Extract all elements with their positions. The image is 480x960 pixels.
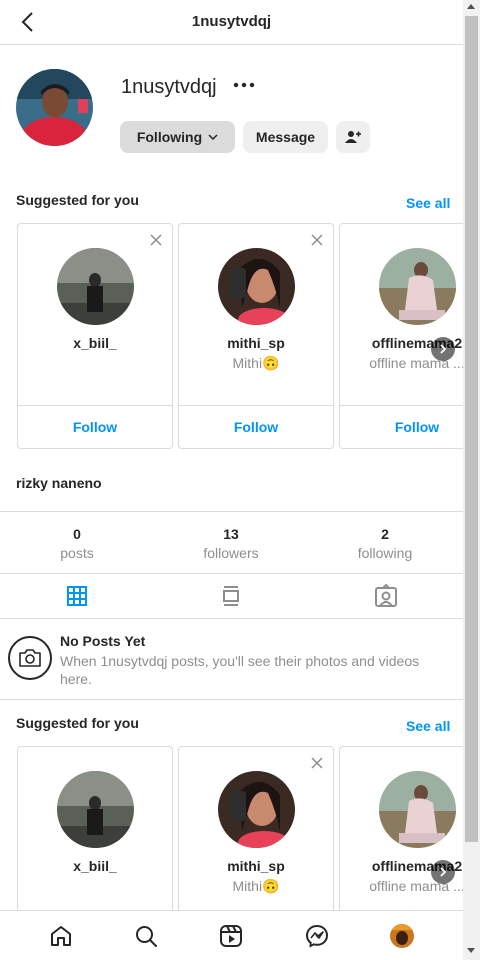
- close-icon[interactable]: [150, 234, 162, 246]
- divider: [179, 405, 333, 406]
- follow-button[interactable]: Follow: [179, 419, 333, 435]
- profile-full-name: rizky naneno: [16, 475, 102, 491]
- empty-state-text: When 1nusytvdqj posts, you'll see their …: [60, 653, 420, 687]
- profile-avatar[interactable]: [16, 69, 93, 146]
- top-bar: 1nusytvdqj: [0, 0, 463, 45]
- add-user-icon: [345, 131, 361, 143]
- profile-page: 1nusytvdqj 1nusytvdqj Following Message: [0, 0, 463, 960]
- carousel-next-button[interactable]: [431, 337, 455, 361]
- tagged-icon[interactable]: [374, 584, 398, 608]
- stat-value: 2: [381, 526, 389, 542]
- stat-following[interactable]: 2 following: [325, 526, 445, 561]
- stat-label: following: [357, 545, 413, 561]
- profile-nav-avatar[interactable]: [390, 924, 414, 948]
- chevron-right-icon: [440, 867, 447, 877]
- home-icon[interactable]: [49, 924, 73, 948]
- suggestion-card: offlinemama2 offline mama ...: [339, 746, 463, 910]
- stat-followers[interactable]: 13 followers: [171, 526, 291, 561]
- empty-state-title: No Posts Yet: [60, 633, 146, 649]
- divider: [340, 405, 463, 406]
- page-scrollbar[interactable]: [463, 0, 480, 960]
- scroll-up-arrow[interactable]: [467, 4, 475, 9]
- suggested-carousel: x_biil_ Follow mithi_sp Mithi🙃 Follow of…: [17, 223, 463, 450]
- stat-value: 13: [223, 526, 239, 542]
- search-icon[interactable]: [134, 924, 158, 948]
- suggestion-subtitle: Mithi🙃: [232, 878, 280, 894]
- suggestion-avatar[interactable]: [379, 771, 456, 848]
- suggestion-username[interactable]: mithi_sp: [179, 335, 333, 351]
- carousel-next-button[interactable]: [431, 860, 455, 884]
- following-label: Following: [136, 129, 203, 145]
- suggested-title: Suggested for you: [16, 715, 139, 731]
- see-all-link[interactable]: See all: [406, 718, 450, 734]
- suggestion-card: offlinemama2 offline mama ... Follow: [339, 223, 463, 449]
- close-icon[interactable]: [311, 757, 323, 769]
- stat-posts: 0 posts: [17, 526, 137, 561]
- grid-icon[interactable]: [65, 584, 89, 608]
- suggestion-subtitle: Mithi🙃: [232, 355, 280, 371]
- stat-value: 0: [73, 526, 81, 542]
- divider: [18, 405, 172, 406]
- suggestion-card: x_biil_ Follow: [17, 223, 173, 449]
- suggestion-username[interactable]: mithi_sp: [179, 858, 333, 874]
- chevron-down-icon: [208, 134, 218, 140]
- reels-icon[interactable]: [219, 924, 243, 948]
- bottom-nav: [0, 910, 463, 960]
- see-all-link[interactable]: See all: [406, 195, 450, 211]
- suggestion-card: mithi_sp Mithi🙃: [178, 746, 334, 910]
- page-title: 1nusytvdqj: [191, 13, 272, 30]
- camera-icon: [19, 649, 41, 667]
- divider: [0, 699, 463, 700]
- camera-button: [8, 636, 52, 680]
- following-button[interactable]: Following: [120, 121, 235, 153]
- suggestion-avatar[interactable]: [57, 248, 134, 325]
- more-icon[interactable]: [232, 74, 256, 96]
- suggestion-card: x_biil_: [17, 746, 173, 910]
- suggestion-avatar[interactable]: [218, 248, 295, 325]
- reels-feed-icon[interactable]: [219, 584, 243, 608]
- stat-label: posts: [60, 545, 94, 561]
- suggestion-avatar[interactable]: [57, 771, 134, 848]
- suggestion-username[interactable]: x_biil_: [18, 335, 172, 351]
- chevron-right-icon: [440, 344, 447, 354]
- messenger-icon[interactable]: [305, 924, 329, 948]
- suggestion-avatar[interactable]: [218, 771, 295, 848]
- suggestion-avatar[interactable]: [379, 248, 456, 325]
- suggested-carousel: x_biil_ mithi_sp Mithi🙃 offlinemama2 off…: [17, 746, 463, 910]
- suggestion-username[interactable]: x_biil_: [18, 858, 172, 874]
- suggested-title: Suggested for you: [16, 192, 139, 208]
- add-user-button[interactable]: [336, 121, 370, 153]
- follow-button[interactable]: Follow: [340, 419, 463, 435]
- follow-button[interactable]: Follow: [18, 419, 172, 435]
- stat-label: followers: [203, 545, 259, 561]
- profile-username: 1nusytvdqj: [121, 76, 217, 98]
- scroll-thumb[interactable]: [465, 16, 478, 842]
- close-icon[interactable]: [311, 234, 323, 246]
- suggestion-card: mithi_sp Mithi🙃 Follow: [178, 223, 334, 449]
- scroll-down-arrow[interactable]: [467, 948, 475, 953]
- profile-stats: 0 posts 13 followers 2 following: [0, 511, 463, 574]
- profile-tabs: [0, 574, 463, 619]
- message-button[interactable]: Message: [243, 121, 328, 153]
